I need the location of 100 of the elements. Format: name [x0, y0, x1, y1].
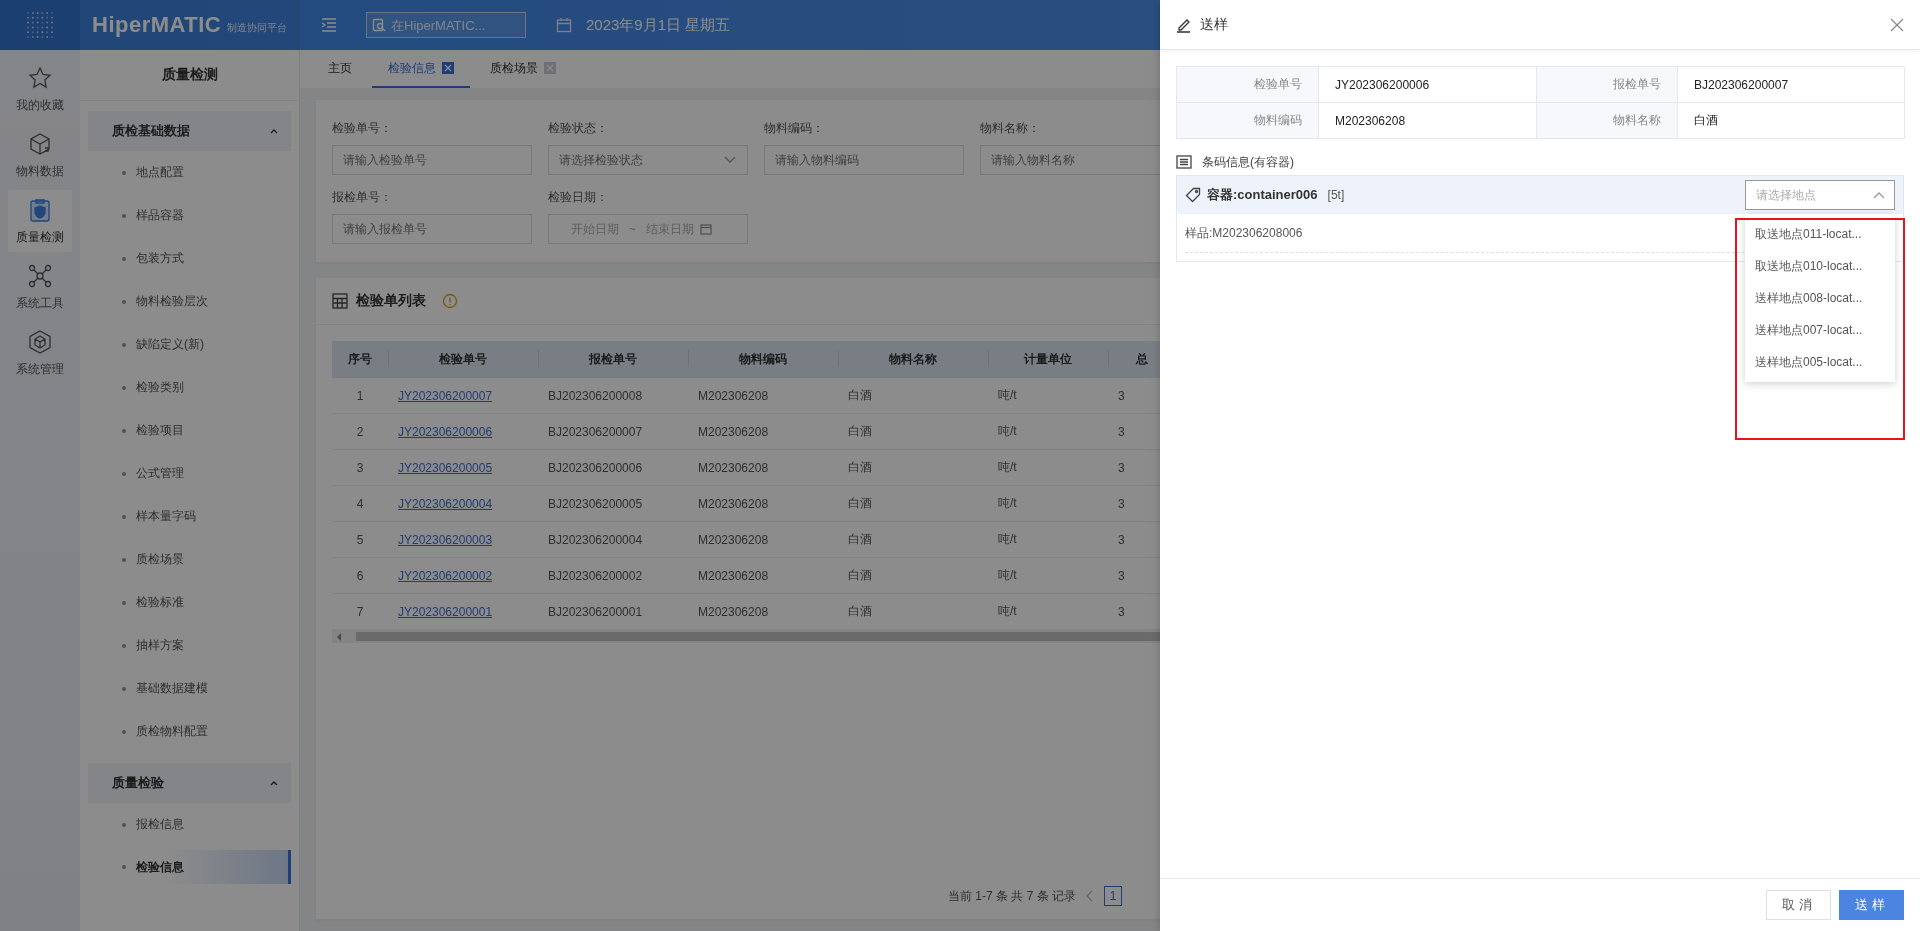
bullet-icon	[122, 686, 126, 691]
rail-item[interactable]: 我的收藏	[8, 58, 72, 120]
dropdown-option[interactable]: 送样地点008-locat...	[1745, 282, 1895, 314]
sidebar-group-label[interactable]: 质量检验	[112, 774, 164, 792]
column-header: 物料名称	[838, 341, 988, 378]
inspection-number-link[interactable]: JY202306200002	[398, 568, 493, 583]
dropdown-option[interactable]: 取送地点011-locat...	[1745, 218, 1895, 250]
sidebar-item[interactable]: 样本量字码	[88, 495, 291, 538]
container-label: 容器:container006	[1207, 186, 1318, 204]
close-icon[interactable]	[442, 62, 454, 74]
table-cell: 吨/t	[988, 485, 1108, 522]
chevron-left-icon[interactable]	[1086, 890, 1095, 902]
table-cell: 吨/t	[988, 378, 1108, 414]
inspection-number-link[interactable]: JY202306200004	[398, 496, 493, 511]
calendar-icon	[556, 17, 572, 33]
info-label: 物料编码	[1177, 103, 1319, 139]
submit-button[interactable]: 送样	[1839, 890, 1904, 920]
sidebar-group-header[interactable]: 质检基础数据	[88, 111, 291, 151]
row-number: 2	[332, 413, 388, 450]
sidebar-item[interactable]: 缺陷定义(新)	[88, 323, 291, 366]
bullet-icon	[122, 471, 126, 476]
sidebar-item[interactable]: 样品容器	[88, 194, 291, 237]
tag-icon	[1185, 187, 1201, 203]
inspection-number-link[interactable]: JY202306200007	[398, 388, 493, 403]
table-cell: BJ202306200008	[538, 378, 688, 414]
close-icon[interactable]	[1890, 17, 1904, 32]
sidebar-item[interactable]: 抽样方案	[88, 624, 291, 667]
chevron-up-icon	[1873, 191, 1885, 199]
date-text: 2023年9月1日 星期五	[586, 15, 731, 35]
inspection-number-link[interactable]: JY202306200001	[398, 604, 493, 619]
bullet-icon	[122, 385, 126, 390]
sidebar-group-label[interactable]: 质检基础数据	[112, 122, 190, 140]
rail-item[interactable]: 质量检测	[8, 190, 72, 252]
table-cell: M202306208	[688, 593, 838, 630]
tab[interactable]: 主页	[312, 50, 368, 88]
info-label: 报检单号	[1537, 67, 1678, 103]
field-label: 报检单号：	[332, 189, 393, 206]
table-cell: M202306208	[688, 557, 838, 594]
inspection-number-link[interactable]: JY202306200003	[398, 532, 493, 547]
sidebar-group-header[interactable]: 质量检验	[88, 763, 291, 803]
info-value: BJ202306200007	[1678, 67, 1905, 103]
table-cell: 白酒	[838, 378, 988, 414]
input-field[interactable]: 请输入报检单号	[332, 214, 532, 244]
sidebar-item[interactable]: 检验类别	[88, 366, 291, 409]
dropdown-option[interactable]: 送样地点007-locat...	[1745, 314, 1895, 346]
sidebar-item[interactable]: 基础数据建模	[88, 667, 291, 710]
dropdown-option[interactable]: 送样地点005-locat...	[1745, 346, 1895, 378]
field-label: 检验日期：	[548, 189, 609, 206]
select-field[interactable]: 请选择检验状态	[548, 145, 748, 175]
rail-item[interactable]: 物料数据	[8, 124, 72, 186]
input-field[interactable]: 请输入物料编码	[764, 145, 964, 175]
bullet-icon	[122, 342, 126, 347]
table-cell: BJ202306200007	[538, 413, 688, 450]
table-cell: 白酒	[838, 593, 988, 630]
location-select[interactable]: 请选择地点	[1745, 180, 1895, 210]
tab[interactable]: 质检场景	[474, 50, 572, 88]
menu-icon[interactable]	[320, 17, 338, 33]
table-cell: 白酒	[838, 413, 988, 450]
sidebar-item[interactable]: 公式管理	[88, 452, 291, 495]
cube-icon	[27, 328, 53, 355]
column-header: 物料编码	[688, 341, 838, 378]
table-cell: 吨/t	[988, 413, 1108, 450]
scroll-left-icon	[336, 632, 342, 641]
row-number: 4	[332, 485, 388, 522]
sidebar-item[interactable]: 检验项目	[88, 409, 291, 452]
table-cell: 吨/t	[988, 593, 1108, 630]
bullet-icon	[122, 514, 126, 519]
sidebar-item[interactable]: 质检场景	[88, 538, 291, 581]
inspection-number-link[interactable]: JY202306200005	[398, 460, 493, 475]
inspection-number-link[interactable]: JY202306200006	[398, 424, 493, 439]
sidebar-item[interactable]: 包装方式	[88, 237, 291, 280]
sidebar-item[interactable]: 质检物料配置	[88, 710, 291, 753]
bullet-icon	[122, 865, 126, 869]
row-number: 3	[332, 449, 388, 486]
bullet-icon	[122, 557, 126, 562]
network-icon	[27, 262, 53, 289]
rail-item[interactable]: 系统管理	[8, 322, 72, 384]
field-label: 物料名称：	[980, 120, 1041, 137]
field-label: 物料编码：	[764, 120, 825, 137]
table-cell: 白酒	[838, 485, 988, 522]
bullet-icon	[122, 299, 126, 304]
dropdown-option[interactable]: 取送地点010-locat...	[1745, 250, 1895, 282]
table-cell: BJ202306200005	[538, 485, 688, 522]
table-cell: 吨/t	[988, 521, 1108, 558]
sidebar-item[interactable]: 物料检验层次	[88, 280, 291, 323]
bullet-icon	[122, 170, 126, 175]
rail-item[interactable]: 系统工具	[8, 256, 72, 318]
input-field[interactable]: 请输入检验单号	[332, 145, 532, 175]
bullet-icon	[122, 600, 126, 605]
table-cell: M202306208	[688, 521, 838, 558]
sidebar-item[interactable]: 报检信息	[88, 803, 291, 846]
sidebar-item[interactable]: 地点配置	[88, 151, 291, 194]
page-button[interactable]: 1	[1104, 886, 1123, 906]
tab[interactable]: 检验信息	[372, 50, 470, 88]
bullet-icon	[122, 643, 126, 648]
info-icon	[442, 293, 458, 309]
cancel-button[interactable]: 取消	[1766, 890, 1831, 920]
column-header: 序号	[332, 341, 388, 378]
sidebar-item[interactable]: 检验标准	[88, 581, 291, 624]
table-cell: M202306208	[688, 449, 838, 486]
